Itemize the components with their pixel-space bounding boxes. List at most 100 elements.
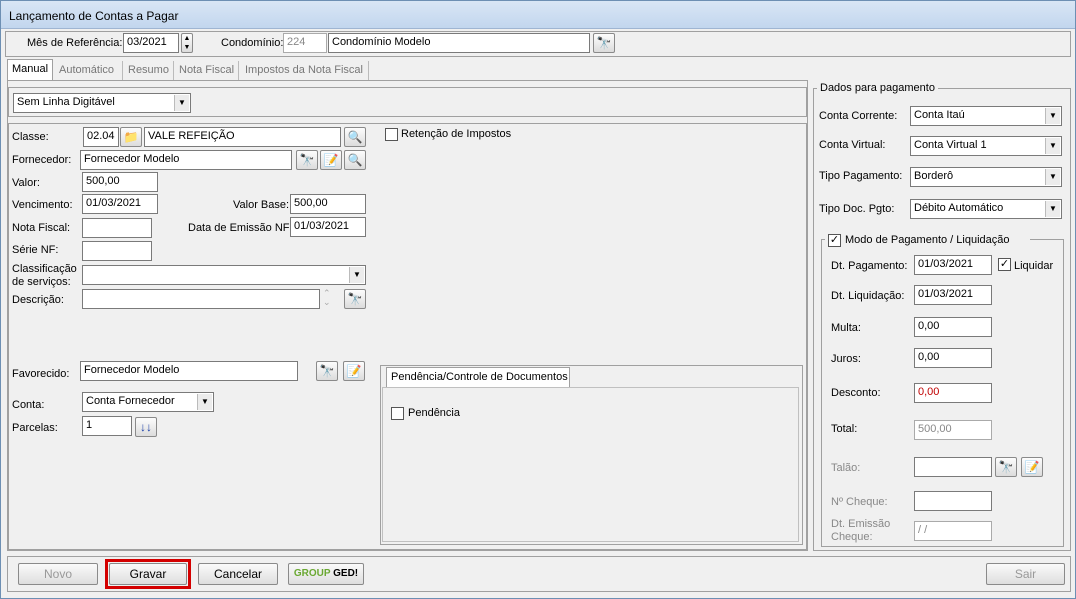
folder-icon[interactable]: 📁 [120, 127, 142, 147]
classificacao-select[interactable]: ▼ [82, 265, 366, 285]
conta-virtual-select[interactable]: Conta Virtual 1 ▼ [910, 136, 1062, 156]
data-emissao-label: Data de Emissão NF: [188, 222, 293, 234]
data-emissao-input[interactable]: 01/03/2021 [290, 217, 366, 237]
modo-title: Modo de Pagamento / Liquidação [845, 234, 1010, 246]
group-ged-button[interactable]: GROUP GED! [288, 563, 364, 585]
liquidar-checkbox[interactable]: ✓ [998, 258, 1011, 271]
vencimento-label: Vencimento: [12, 199, 73, 211]
dt-pagamento-input[interactable]: 01/03/2021 [914, 255, 992, 275]
binoculars-icon[interactable]: 🔭 [296, 150, 318, 170]
search-icon[interactable]: 🔍 [344, 127, 366, 147]
nota-fiscal-input[interactable] [82, 218, 152, 238]
linha-digitavel-value: Sem Linha Digitável [17, 96, 115, 108]
tab-automatico[interactable]: Automático [55, 61, 123, 80]
pendencia-label: Pendência [408, 407, 460, 419]
dt-emissao-cheque-label-2: Cheque: [831, 531, 873, 543]
conta-value: Conta Fornecedor [86, 395, 175, 407]
tipo-pagamento-label: Tipo Pagamento: [819, 170, 903, 182]
chevron-down-icon: ▼ [349, 267, 364, 283]
valor-label: Valor: [12, 177, 40, 189]
tipo-pagamento-select[interactable]: Borderô ▼ [910, 167, 1062, 187]
chevron-down-icon: ▼ [174, 95, 189, 111]
favorecido-input[interactable]: Fornecedor Modelo [80, 361, 298, 381]
conta-select[interactable]: Conta Fornecedor ▼ [82, 392, 214, 412]
condominio-name-input[interactable]: Condomínio Modelo [328, 33, 590, 53]
pendencia-checkbox[interactable] [391, 407, 404, 420]
multa-input[interactable]: 0,00 [914, 317, 992, 337]
binoculars-icon[interactable]: 🔭 [995, 457, 1017, 477]
classificacao-label-2: de serviços: [12, 276, 71, 288]
dt-liquidacao-input[interactable]: 01/03/2021 [914, 285, 992, 305]
tab-impostos[interactable]: Impostos da Nota Fiscal [241, 61, 369, 80]
dt-liquidacao-label: Dt. Liquidação: [831, 290, 905, 302]
cancelar-button[interactable]: Cancelar [198, 563, 278, 585]
tipo-doc-value: Débito Automático [914, 202, 1004, 214]
edit-record-icon[interactable]: 📝 [1021, 457, 1043, 477]
condominio-label: Condomínio: [221, 37, 284, 49]
modo-checkbox[interactable]: ✓ [828, 234, 841, 247]
juros-input[interactable]: 0,00 [914, 348, 992, 368]
desconto-input[interactable]: 0,00 [914, 383, 992, 403]
descricao-scroll-icon[interactable]: ⌃ ⌄ [323, 289, 331, 307]
edit-record-icon[interactable]: 📝 [320, 150, 342, 170]
novo-button[interactable]: Novo [18, 563, 98, 585]
ged-logo-group: GROUP [293, 568, 331, 579]
tab-pendencia[interactable]: Pendência/Controle de Documentos [386, 367, 570, 388]
tipo-doc-select[interactable]: Débito Automático ▼ [910, 199, 1062, 219]
valor-base-input[interactable]: 500,00 [290, 194, 366, 214]
retencao-label: Retenção de Impostos [401, 128, 512, 140]
tab-nota-fiscal[interactable]: Nota Fiscal [175, 61, 239, 80]
binoculars-icon[interactable]: 🔭 [344, 289, 366, 309]
classe-code-input[interactable]: 02.04 [83, 127, 119, 147]
fornecedor-label: Fornecedor: [12, 154, 72, 166]
tipo-pagamento-value: Borderô [914, 170, 954, 182]
linha-digitavel-select[interactable]: Sem Linha Digitável ▼ [13, 93, 191, 113]
dt-pagamento-label: Dt. Pagamento: [831, 260, 908, 272]
main-window: Lançamento de Contas a Pagar Mês de Refe… [0, 0, 1076, 599]
classe-name-input[interactable]: VALE REFEIÇÃO [144, 127, 341, 147]
favorecido-label: Favorecido: [12, 368, 70, 380]
dt-emissao-cheque-input[interactable]: / / [914, 521, 992, 541]
serie-label: Série NF: [12, 244, 59, 256]
valor-input[interactable]: 500,00 [82, 172, 158, 192]
ged-logo-text: GED! [333, 568, 359, 579]
arrows-down-icon[interactable]: ↓↓ [135, 417, 157, 437]
vencimento-input[interactable]: 01/03/2021 [82, 194, 158, 214]
descricao-label: Descrição: [12, 294, 64, 306]
chevron-down-icon: ▼ [1045, 108, 1060, 124]
mes-referencia-label: Mês de Referência: [27, 37, 123, 49]
descricao-input[interactable] [82, 289, 320, 309]
total-input[interactable]: 500,00 [914, 420, 992, 440]
title-bar: Lançamento de Contas a Pagar [1, 1, 1075, 29]
valor-base-label: Valor Base: [233, 199, 290, 211]
condominio-code-input[interactable]: 224 [283, 33, 327, 53]
conta-label: Conta: [12, 399, 45, 411]
juros-label: Juros: [831, 353, 861, 365]
mes-referencia-input[interactable]: 03/2021 [123, 33, 179, 53]
search-icon[interactable]: 🔍 [344, 150, 366, 170]
chevron-down-icon: ▼ [197, 394, 212, 410]
edit-record-icon[interactable]: 📝 [343, 361, 365, 381]
chevron-down-icon: ▼ [1045, 201, 1060, 217]
talao-label: Talão: [831, 462, 861, 474]
conta-corrente-select[interactable]: Conta Itaú ▼ [910, 106, 1062, 126]
binoculars-icon[interactable]: 🔭 [593, 33, 615, 53]
tab-manual[interactable]: Manual [7, 59, 53, 80]
gravar-button[interactable]: Gravar [109, 563, 187, 585]
tab-resumo[interactable]: Resumo [124, 61, 174, 80]
conta-virtual-value: Conta Virtual 1 [914, 139, 987, 151]
chevron-down-icon: ▼ [1045, 138, 1060, 154]
mes-spinner[interactable]: ▲ ▼ [181, 33, 193, 53]
liquidar-label: Liquidar [1014, 260, 1054, 272]
binoculars-icon[interactable]: 🔭 [316, 361, 338, 381]
dt-emissao-cheque-label-1: Dt. Emissão [831, 518, 891, 530]
parcelas-input[interactable]: 1 [82, 416, 132, 436]
total-label: Total: [831, 423, 858, 435]
serie-input[interactable] [82, 241, 152, 261]
fornecedor-input[interactable]: Fornecedor Modelo [80, 150, 292, 170]
retencao-checkbox[interactable] [385, 128, 398, 141]
cheque-input[interactable] [914, 491, 992, 511]
talao-input[interactable] [914, 457, 992, 477]
sair-button[interactable]: Sair [986, 563, 1065, 585]
window-title: Lançamento de Contas a Pagar [9, 9, 179, 23]
